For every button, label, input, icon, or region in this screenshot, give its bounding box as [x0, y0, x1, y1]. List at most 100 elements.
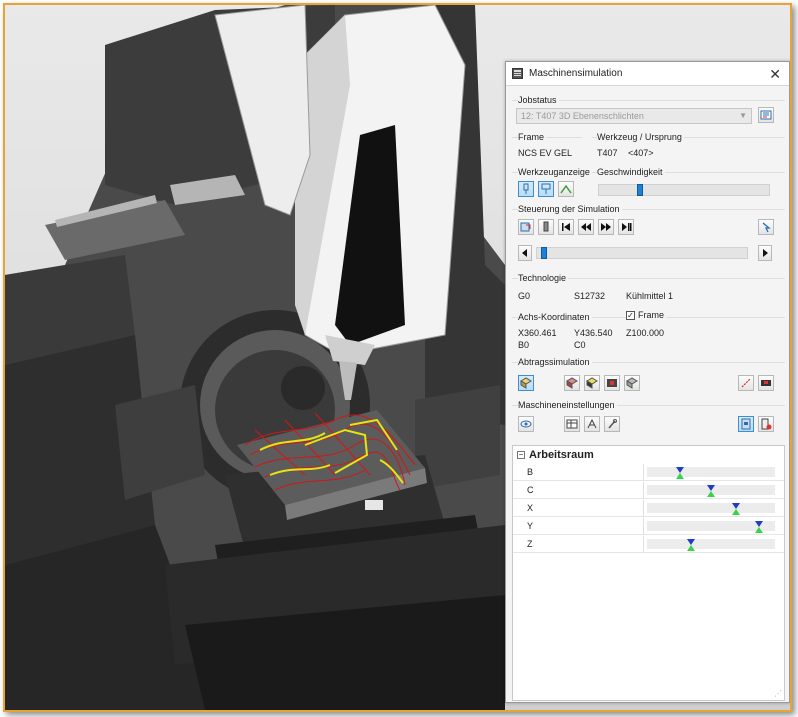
play-pause-button[interactable] — [618, 219, 634, 235]
spindle-icon — [543, 221, 549, 232]
axis-range-bar — [647, 467, 775, 479]
triangle-left-icon — [522, 249, 527, 257]
progress-left-button[interactable] — [518, 245, 532, 261]
skip-to-start-button[interactable] — [558, 219, 574, 235]
speed-slider-thumb[interactable] — [637, 184, 643, 196]
axis-row-z: Z — [513, 536, 784, 553]
axis-target-marker — [732, 509, 740, 515]
wrench-icon — [608, 419, 617, 429]
simulation-reset-button[interactable] — [518, 219, 534, 235]
collapse-icon[interactable]: − — [517, 451, 525, 459]
axis-target-marker — [687, 545, 695, 551]
close-icon[interactable]: ✕ — [769, 66, 781, 83]
play-pause-icon — [622, 223, 632, 231]
job-settings-button[interactable] — [758, 107, 774, 123]
coord-y: Y436.540 — [574, 328, 613, 338]
eye-icon — [520, 420, 532, 428]
speed-slider[interactable] — [598, 184, 770, 196]
technology-spindle: S12732 — [574, 291, 606, 301]
removal-sim-option-1-button[interactable] — [564, 375, 580, 391]
progress-right-button[interactable] — [758, 245, 772, 261]
removal-sim-measure-button[interactable] — [738, 375, 754, 391]
view-settings-button[interactable] — [518, 416, 534, 432]
simulation-options-button[interactable] — [758, 219, 774, 235]
panel-title: Maschinensimulation — [529, 68, 623, 79]
screenshot-frame: Maschinensimulation ✕ Jobstatus 12: T407… — [3, 3, 792, 712]
stock-gray-icon — [626, 377, 638, 389]
machine-table-icon — [566, 419, 578, 429]
panel-titlebar[interactable]: Maschinensimulation ✕ — [506, 62, 789, 86]
checkbox-check-icon[interactable]: ✓ — [626, 310, 635, 320]
camera-icon — [761, 380, 771, 386]
workspace-tree: − Arbeitsraum BCXYZ ⋰ — [512, 445, 785, 701]
tool-holder-icon — [523, 183, 529, 194]
simulation-control-label: Steuerung der Simulation — [518, 204, 622, 214]
axis-row-b: B — [513, 464, 784, 481]
axis-name: Z — [527, 539, 533, 549]
axis-row-y: Y — [513, 518, 784, 535]
axis-divider — [643, 500, 644, 517]
axis-coords-label: Achs-Koordinaten — [518, 312, 592, 322]
axis-divider — [643, 464, 644, 481]
technology-mode: G0 — [518, 291, 531, 301]
coord-z: Z100.000 — [626, 328, 665, 338]
axis-name: X — [527, 503, 534, 513]
machine-list-button[interactable] — [564, 416, 580, 432]
machine-tool-button[interactable] — [584, 416, 600, 432]
removal-sim-export-button[interactable] — [758, 375, 774, 391]
machine-probe-button[interactable] — [604, 416, 620, 432]
machine-alert-button[interactable] — [758, 416, 774, 432]
jobstatus-select[interactable]: 12: T407 3D Ebenenschlichten ▼ — [516, 108, 752, 124]
axis-range-bar — [647, 503, 775, 515]
tool-text-icon — [587, 418, 597, 429]
stock-block-icon — [520, 377, 532, 389]
removal-sim-option-2-button[interactable] — [584, 375, 600, 391]
job-list-icon — [760, 110, 772, 120]
axis-name: C — [527, 485, 534, 495]
resize-grip-icon[interactable]: ⋰ — [774, 689, 782, 698]
tool-path-icon — [560, 184, 572, 194]
axis-name: B — [527, 467, 534, 477]
cursor-arrow-icon — [762, 222, 771, 233]
tool-origin-label: Werkzeug / Ursprung — [597, 132, 684, 142]
axis-divider — [643, 518, 644, 535]
tool-display-mode-2-button[interactable] — [538, 181, 554, 197]
fast-forward-icon — [601, 223, 611, 231]
tool-display-mode-3-button[interactable] — [558, 181, 574, 197]
tool-assembly-icon — [541, 183, 551, 194]
machine-view-icon — [741, 418, 751, 430]
stock-red-icon — [566, 377, 578, 389]
simulation-app-icon — [512, 68, 523, 79]
frame-checkbox-label: Frame — [638, 310, 665, 320]
simulation-progress-slider[interactable] — [536, 247, 748, 259]
workspace-header[interactable]: − Arbeitsraum — [517, 449, 594, 461]
workspace-title: Arbeitsraum — [529, 449, 594, 461]
removal-sim-start-button[interactable] — [518, 375, 534, 391]
coord-x: X360.461 — [518, 328, 557, 338]
technology-coolant: Kühlmittel 1 — [626, 291, 674, 301]
simulation-tool-button[interactable] — [538, 219, 554, 235]
tool-display-mode-1-button[interactable] — [518, 181, 534, 197]
step-forward-button[interactable] — [598, 219, 614, 235]
jobstatus-label: Jobstatus — [518, 95, 559, 105]
removal-sim-option-3-button[interactable] — [604, 375, 620, 391]
skip-start-icon — [562, 223, 570, 231]
removal-sim-option-4-button[interactable] — [624, 375, 640, 391]
machine-collision-button[interactable] — [738, 416, 754, 432]
step-back-button[interactable] — [578, 219, 594, 235]
axis-range-bar — [647, 485, 775, 497]
frame-checkbox[interactable]: ✓ Frame — [626, 310, 668, 320]
frame-label: Frame — [518, 132, 547, 142]
stock-yellow-icon — [586, 377, 598, 389]
jobstatus-selected-value: 12: T407 3D Ebenenschlichten — [521, 111, 644, 121]
axis-range-bar — [647, 521, 775, 533]
frame-value: NCS EV GEL — [518, 148, 573, 158]
axis-target-marker — [676, 473, 684, 479]
simulation-progress-thumb[interactable] — [541, 247, 547, 259]
chevron-down-icon: ▼ — [739, 111, 747, 120]
tool-value: T407 — [597, 148, 618, 158]
tool-display-label: Werkzeuganzeige — [518, 167, 592, 177]
reset-sim-icon — [520, 222, 531, 232]
axis-name: Y — [527, 521, 534, 531]
axis-range-bar — [647, 539, 775, 551]
